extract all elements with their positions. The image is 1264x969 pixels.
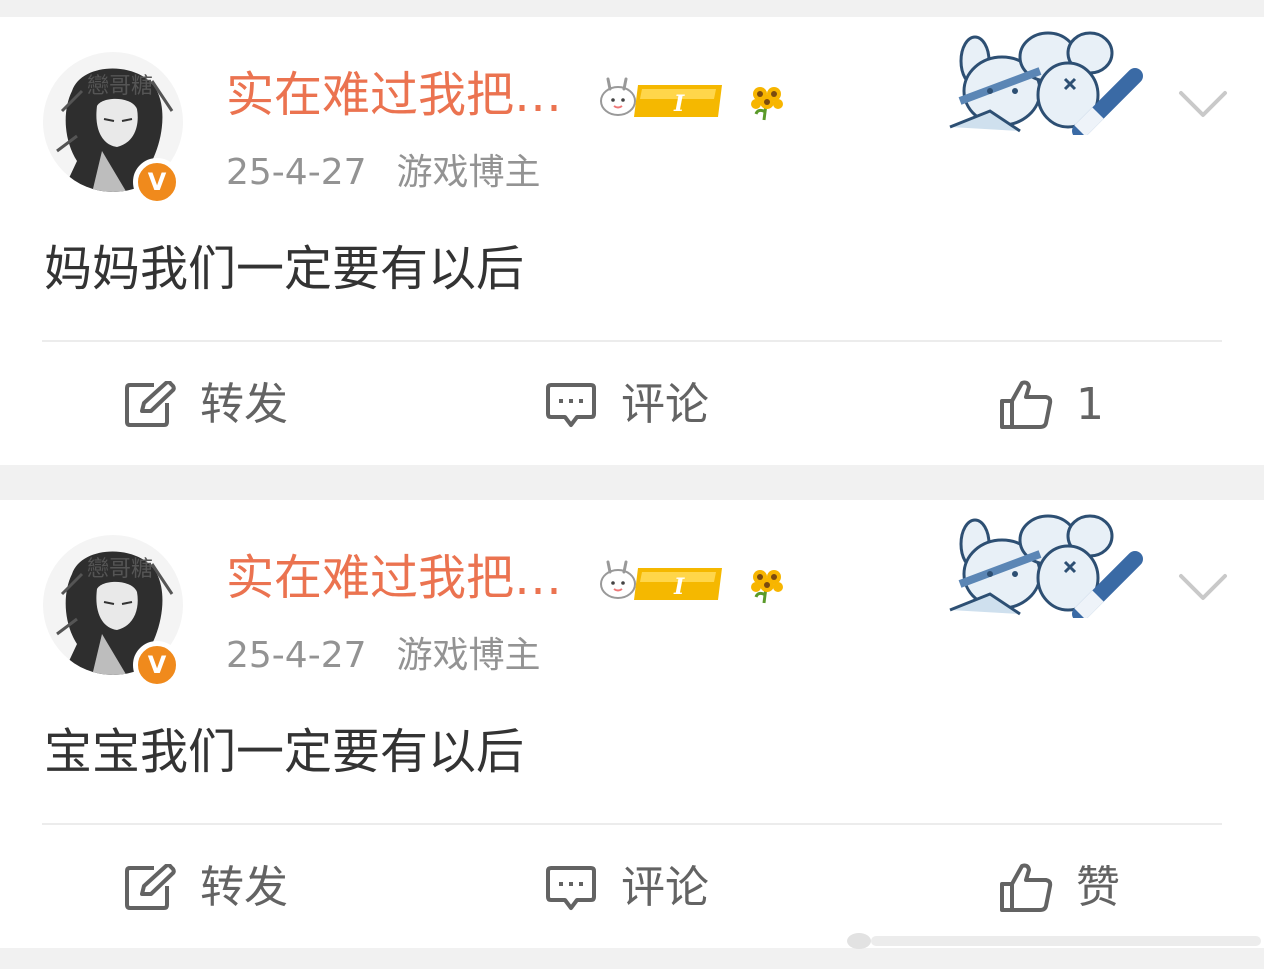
svg-text:戀哥糖: 戀哥糖 <box>87 557 153 582</box>
post-text: 妈妈我们一定要有以后 <box>44 241 525 297</box>
post-meta: 25-4-27 游戏博主 <box>226 638 541 674</box>
post-text: 宝宝我们一定要有以后 <box>44 724 525 780</box>
svg-text:I: I <box>673 91 685 117</box>
sunflower-icon <box>744 563 788 607</box>
repost-label: 转发 <box>200 379 288 430</box>
post-card: 戀哥糖 V 实在难过我把… I 25-4-27 游戏博主 <box>0 17 1264 465</box>
user-role: 游戏博主 <box>396 152 541 193</box>
comment-button[interactable]: 评论 <box>545 858 709 918</box>
post-date: 25-4-27 <box>226 635 367 676</box>
comment-icon <box>546 383 596 427</box>
svg-text:戀哥糖: 戀哥糖 <box>87 74 153 99</box>
comment-label: 评论 <box>621 862 709 913</box>
post-meta: 25-4-27 游戏博主 <box>226 155 541 191</box>
like-label: 赞 <box>1076 862 1120 913</box>
like-button[interactable]: 赞 <box>998 858 1120 918</box>
svg-text:I: I <box>673 574 685 600</box>
divider <box>42 340 1222 342</box>
sunflower-icon <box>744 80 788 124</box>
verified-badge: V <box>133 641 181 689</box>
level-badge[interactable]: I <box>596 560 726 604</box>
thumbs-up-icon <box>1000 380 1053 429</box>
level-badge[interactable]: I <box>596 77 726 121</box>
chevron-down-icon[interactable] <box>1178 572 1228 602</box>
comment-button[interactable]: 评论 <box>545 375 709 435</box>
username[interactable]: 实在难过我把… <box>226 71 562 119</box>
mascot-sticker <box>930 514 1150 618</box>
repost-icon <box>125 864 176 910</box>
like-count: 1 <box>1076 379 1104 430</box>
thumbs-up-icon <box>1000 863 1053 912</box>
post-card: 戀哥糖 V 实在难过我把… I 25-4-27 游戏博主 <box>0 500 1264 948</box>
divider <box>42 823 1222 825</box>
like-button[interactable]: 1 <box>998 375 1104 435</box>
comment-icon <box>546 866 596 910</box>
mascot-sticker <box>930 31 1150 135</box>
repost-label: 转发 <box>200 862 288 913</box>
user-role: 游戏博主 <box>396 635 541 676</box>
repost-icon <box>125 381 176 427</box>
watermark-strip <box>845 928 1264 954</box>
post-date: 25-4-27 <box>226 152 367 193</box>
chevron-down-icon[interactable] <box>1178 89 1228 119</box>
verified-badge: V <box>133 158 181 206</box>
repost-button[interactable]: 转发 <box>124 858 288 918</box>
username[interactable]: 实在难过我把… <box>226 554 562 602</box>
repost-button[interactable]: 转发 <box>124 375 288 435</box>
comment-label: 评论 <box>621 379 709 430</box>
